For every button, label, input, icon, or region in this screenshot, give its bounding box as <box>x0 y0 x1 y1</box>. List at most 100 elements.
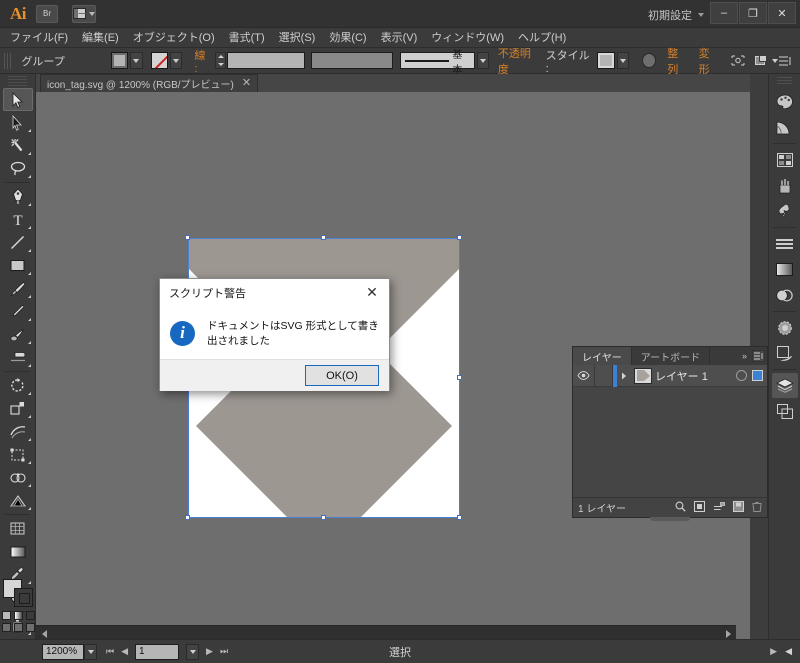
fill-swatch[interactable] <box>110 52 129 69</box>
fullscreen-mode-icon[interactable] <box>25 623 35 632</box>
symbols-panel-icon[interactable] <box>772 199 798 224</box>
transparency-panel-icon[interactable] <box>772 283 798 308</box>
zoom-level-input[interactable]: 1200% <box>42 643 84 660</box>
transform-label[interactable]: 変形 <box>699 45 719 77</box>
menu-view[interactable]: 表示(V) <box>374 28 425 48</box>
last-artboard-icon[interactable]: ⏭ <box>220 646 228 657</box>
stroke-swatch[interactable] <box>150 52 169 69</box>
ok-button[interactable]: OK(O) <box>305 365 379 386</box>
delete-selection-icon[interactable] <box>752 501 762 515</box>
layers-panel-icon[interactable] <box>771 373 798 398</box>
stroke-panel-icon[interactable] <box>772 231 798 256</box>
next-artboard-icon[interactable]: ▶ <box>206 646 213 657</box>
brush-definition-dropdown[interactable] <box>476 52 489 69</box>
shape-builder-tool[interactable] <box>3 466 33 489</box>
direct-selection-tool[interactable] <box>3 111 33 134</box>
stroke-swatch-dropdown[interactable] <box>170 52 183 69</box>
document-tab[interactable]: icon_tag.svg @ 1200% (RGB/プレビュー) ✕ <box>40 74 259 92</box>
selection-tool[interactable] <box>2 88 33 111</box>
paintbrush-tool[interactable] <box>3 277 33 300</box>
window-close-button[interactable]: ✕ <box>768 2 796 24</box>
control-bar-grip[interactable] <box>4 52 12 69</box>
perspective-grid-tool[interactable] <box>3 489 33 512</box>
tab-layers[interactable]: レイヤー <box>573 347 632 365</box>
eraser-tool[interactable] <box>3 346 33 369</box>
rotate-tool[interactable] <box>3 374 33 397</box>
create-new-layer-icon[interactable] <box>733 500 744 515</box>
brushes-panel-icon[interactable] <box>772 173 798 198</box>
artboards-panel-icon[interactable] <box>772 399 798 424</box>
layers-list[interactable]: レイヤー 1 <box>573 364 767 497</box>
pencil-tool[interactable] <box>3 300 33 323</box>
selection-handle[interactable] <box>457 375 462 380</box>
selection-handle[interactable] <box>185 515 190 520</box>
fill-swatch-dropdown[interactable] <box>130 52 143 69</box>
create-new-sublayer-icon[interactable] <box>713 501 725 515</box>
artboard-number-input[interactable]: 1 <box>135 643 180 660</box>
panel-dock-grip[interactable] <box>777 77 792 86</box>
workspace-switcher[interactable]: 初期設定 <box>648 7 692 23</box>
pen-tool[interactable] <box>3 185 33 208</box>
menu-effect[interactable]: 効果(C) <box>322 28 373 48</box>
selection-handle[interactable] <box>457 235 462 240</box>
width-tool[interactable] <box>3 420 33 443</box>
none-button-icon[interactable] <box>25 611 35 620</box>
mesh-tool[interactable] <box>3 517 33 540</box>
stroke-color-indicator[interactable] <box>14 588 33 607</box>
selection-handle[interactable] <box>457 515 462 520</box>
brush-definition-select[interactable]: 基本 <box>399 50 475 76</box>
lock-toggle[interactable] <box>595 364 613 387</box>
color-panel-icon[interactable] <box>772 89 798 114</box>
close-icon[interactable]: ✕ <box>242 78 251 89</box>
make-clipping-mask-icon[interactable] <box>694 500 705 515</box>
graphic-styles-panel-icon[interactable] <box>772 341 798 366</box>
menu-select[interactable]: 選択(S) <box>272 28 323 48</box>
rectangle-tool[interactable] <box>3 254 33 277</box>
zoom-level-dropdown[interactable] <box>84 643 97 660</box>
stroke-weight-input[interactable] <box>226 52 305 69</box>
normal-screen-mode-icon[interactable] <box>1 623 11 632</box>
selection-handle[interactable] <box>321 235 326 240</box>
collapse-panel-icon[interactable]: » <box>742 351 747 361</box>
target-indicator-icon[interactable] <box>736 370 747 381</box>
tab-artboards[interactable]: アートボード <box>632 347 711 365</box>
status-menu-icon[interactable]: ◀ <box>785 646 792 657</box>
eye-icon[interactable] <box>573 364 595 387</box>
selection-indicator[interactable] <box>752 370 763 381</box>
fill-stroke-indicator[interactable] <box>3 579 33 607</box>
appearance-panel-icon[interactable] <box>772 315 798 340</box>
chevron-right-icon[interactable] <box>617 365 631 387</box>
panel-options-menu-icon[interactable] <box>752 350 765 362</box>
window-minimize-button[interactable]: – <box>710 2 738 24</box>
gradient-panel-icon[interactable] <box>772 257 798 282</box>
magic-wand-tool[interactable] <box>3 134 33 157</box>
menu-object[interactable]: オブジェクト(O) <box>126 28 222 48</box>
stroke-weight-stepper[interactable] <box>215 52 226 69</box>
panel-menu-icon[interactable] <box>778 54 792 67</box>
panel-resize-handle[interactable] <box>650 517 690 521</box>
menu-type[interactable]: 書式(T) <box>222 28 272 48</box>
color-button-icon[interactable] <box>1 611 11 620</box>
artboard-number-dropdown[interactable] <box>186 643 200 660</box>
fullscreen-menu-mode-icon[interactable] <box>13 623 23 632</box>
layer-name[interactable]: レイヤー 1 <box>655 368 736 384</box>
lasso-tool[interactable] <box>3 157 33 180</box>
free-transform-tool[interactable] <box>3 443 33 466</box>
previous-artboard-icon[interactable]: ◀ <box>121 646 128 657</box>
recolor-artwork-icon[interactable] <box>642 53 657 68</box>
arrange-documents-icon[interactable] <box>72 4 96 23</box>
selection-handle[interactable] <box>185 235 190 240</box>
draw-mode-icon[interactable] <box>755 54 769 67</box>
gradient-tool[interactable] <box>3 540 33 563</box>
window-maximize-button[interactable]: ❐ <box>739 2 767 24</box>
table-row[interactable]: レイヤー 1 <box>573 364 767 387</box>
close-icon[interactable]: ✕ <box>361 282 383 304</box>
menu-edit[interactable]: 編集(E) <box>75 28 126 48</box>
type-tool[interactable]: T <box>3 208 33 231</box>
opacity-label[interactable]: 不透明度 <box>498 45 539 77</box>
variable-width-profile-select[interactable] <box>310 52 393 69</box>
first-artboard-icon[interactable]: ⏮ <box>106 646 114 657</box>
isolate-selected-object-icon[interactable] <box>731 54 745 67</box>
scale-tool[interactable] <box>3 397 33 420</box>
horizontal-scrollbar[interactable] <box>36 625 736 639</box>
